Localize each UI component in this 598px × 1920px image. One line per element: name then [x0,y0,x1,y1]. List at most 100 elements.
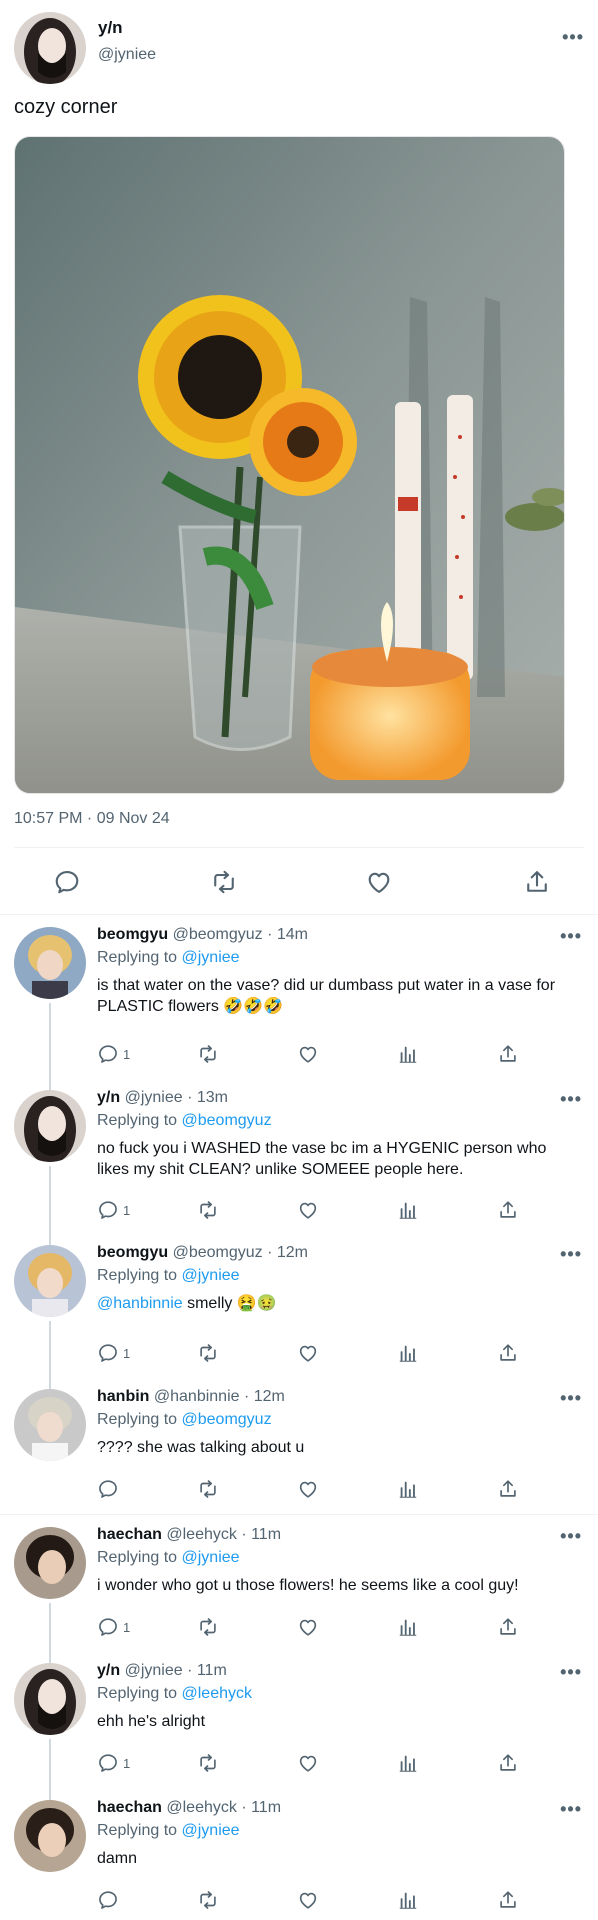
retweet-icon[interactable] [197,1615,219,1639]
reply-tweet[interactable]: hanbin @hanbinnie · 12m Replying to @beo… [0,1377,598,1514]
like-icon[interactable] [297,1198,319,1222]
reply-count: 1 [123,1345,131,1361]
reply-text-content: smelly 🤮🤢 [182,1295,277,1312]
avatar[interactable] [14,1663,86,1735]
reply-tweet[interactable]: haechan @leehyck · 11m Replying to @jyni… [0,1788,598,1920]
replying-label: Replying to [97,1549,178,1566]
stats-icon[interactable] [397,1615,419,1639]
reply-icon[interactable]: 1 [97,1042,130,1066]
more-options-icon[interactable]: ••• [560,1800,582,1818]
mention-link[interactable]: @hanbinnie [97,1295,183,1312]
reply-count: 1 [123,1202,131,1218]
reply-tweet[interactable]: y/n @jyniee · 13m Replying to @beomgyuz … [0,1078,598,1245]
reply-icon[interactable] [97,1477,123,1501]
like-icon[interactable] [359,862,399,902]
handle-time: @leehyck · 11m [166,1526,282,1543]
stats-icon[interactable] [397,1477,419,1501]
more-options-icon[interactable]: ••• [560,1245,582,1263]
more-options-icon[interactable]: ••• [560,1090,582,1108]
reply-tweet[interactable]: y/n @jyniee · 11m Replying to @leehyck e… [0,1651,598,1800]
share-icon[interactable] [497,1341,519,1365]
like-icon[interactable] [297,1477,319,1501]
reply-icon[interactable]: 1 [97,1198,130,1222]
more-options-icon[interactable]: ••• [560,1389,582,1407]
display-name[interactable]: beomgyu [97,1244,168,1261]
display-name[interactable]: y/n [97,1662,120,1679]
replying-to-link[interactable]: @jyniee [182,1549,240,1566]
reply-tweet[interactable]: haechan @leehyck · 11m Replying to @jyni… [0,1515,598,1663]
more-options-icon[interactable]: ••• [560,1663,582,1681]
avatar[interactable] [14,12,86,84]
retweet-icon[interactable] [204,862,244,902]
reply-actions: 1 [97,1042,582,1066]
avatar[interactable] [14,1245,86,1317]
reply-actions: 1 [97,1615,582,1639]
like-icon[interactable] [297,1341,319,1365]
tweet-header: y/n @jyniee ••• [14,12,584,84]
reply-text: i wonder who got u those flowers! he see… [97,1577,519,1594]
share-icon[interactable] [497,1751,519,1775]
replying-label: Replying to [97,1822,178,1839]
avatar[interactable] [14,1090,86,1162]
retweet-icon[interactable] [197,1751,219,1775]
display-name[interactable]: haechan [97,1799,162,1816]
stats-icon[interactable] [397,1042,419,1066]
reply-icon[interactable] [97,1888,123,1912]
reply-icon[interactable]: 1 [97,1615,130,1639]
reply-actions: 1 [97,1198,582,1222]
stats-icon[interactable] [397,1751,419,1775]
reply-icon[interactable]: 1 [97,1751,130,1775]
like-icon[interactable] [297,1751,319,1775]
reply-count: 1 [123,1755,131,1771]
share-icon[interactable] [517,862,557,902]
more-options-icon[interactable]: ••• [560,1527,582,1545]
reply-tweet[interactable]: beomgyu @beomgyuz · 12m Replying to @jyn… [0,1233,598,1389]
display-name[interactable]: y/n [97,1089,120,1106]
reply-text: @hanbinnie smelly 🤮🤢 [97,1293,568,1314]
handle[interactable]: @jyniee [98,46,156,64]
share-icon[interactable] [497,1042,519,1066]
share-icon[interactable] [497,1615,519,1639]
replying-label: Replying to [97,1112,178,1129]
avatar[interactable] [14,927,86,999]
replying-label: Replying to [97,1411,178,1428]
stats-icon[interactable] [397,1888,419,1912]
display-name[interactable]: haechan [97,1526,162,1543]
reply-icon[interactable]: 1 [97,1341,130,1365]
more-options-icon[interactable]: ••• [562,28,584,46]
more-options-icon[interactable]: ••• [560,927,582,945]
display-name[interactable]: y/n [98,18,123,38]
like-icon[interactable] [297,1042,319,1066]
like-icon[interactable] [297,1888,319,1912]
retweet-icon[interactable] [197,1042,219,1066]
display-name[interactable]: beomgyu [97,926,168,943]
replying-label: Replying to [97,949,178,966]
display-name[interactable]: hanbin [97,1388,149,1405]
retweet-icon[interactable] [197,1341,219,1365]
tweet-timestamp[interactable]: 10:57 PM · 09 Nov 24 [14,810,170,828]
replying-to-link[interactable]: @beomgyuz [182,1112,272,1129]
replying-to-link[interactable]: @leehyck [182,1685,253,1702]
replying-to-link[interactable]: @jyniee [182,1267,240,1284]
replying-to-link[interactable]: @jyniee [182,1822,240,1839]
like-icon[interactable] [297,1615,319,1639]
replying-label: Replying to [97,1685,178,1702]
sunflower-candle-photo[interactable] [14,136,565,794]
reply-tweet[interactable]: beomgyu @beomgyuz · 14m Replying to @jyn… [0,915,598,1090]
replying-to-link[interactable]: @jyniee [182,949,240,966]
avatar[interactable] [14,1527,86,1599]
reply-count: 1 [123,1046,131,1062]
avatar[interactable] [14,1800,86,1872]
reply-icon[interactable] [47,862,87,902]
stats-icon[interactable] [397,1341,419,1365]
share-icon[interactable] [497,1198,519,1222]
stats-icon[interactable] [397,1198,419,1222]
replying-to-link[interactable]: @beomgyuz [182,1411,272,1428]
retweet-icon[interactable] [197,1198,219,1222]
avatar[interactable] [14,1389,86,1461]
retweet-icon[interactable] [197,1888,219,1912]
retweet-icon[interactable] [197,1477,219,1501]
share-icon[interactable] [497,1477,519,1501]
share-icon[interactable] [497,1888,519,1912]
reply-count: 1 [123,1619,131,1635]
